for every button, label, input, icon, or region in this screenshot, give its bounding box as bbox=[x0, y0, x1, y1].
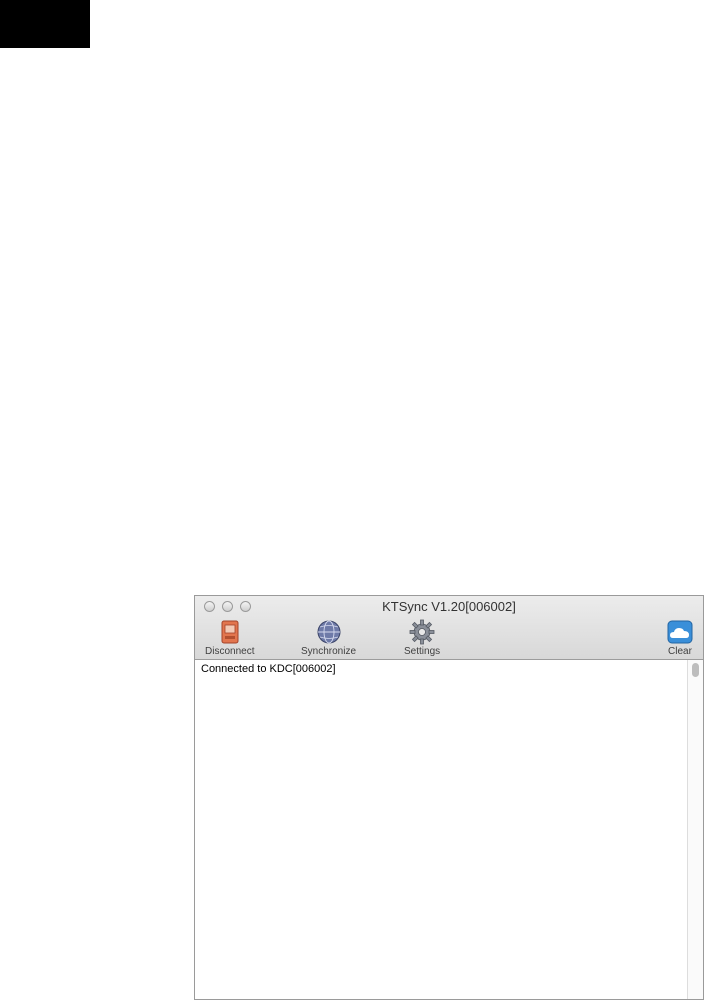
settings-button[interactable]: Settings bbox=[404, 619, 440, 657]
log-line: Connected to KDC[006002] bbox=[201, 663, 336, 675]
window-title: KTSync V1.20[006002] bbox=[382, 599, 516, 614]
globe-icon bbox=[317, 620, 341, 644]
clear-button[interactable]: Clear bbox=[667, 619, 693, 657]
cloud-icon bbox=[667, 620, 693, 644]
disconnect-label: Disconnect bbox=[205, 646, 255, 657]
clear-label: Clear bbox=[668, 646, 692, 657]
corner-block bbox=[0, 0, 90, 48]
disconnect-button[interactable]: Disconnect bbox=[205, 619, 254, 657]
disconnect-icon bbox=[221, 620, 239, 644]
vertical-scrollbar[interactable] bbox=[687, 660, 703, 999]
window-titlebar: KTSync V1.20[006002] Disconnect Synchron… bbox=[195, 596, 703, 660]
ktsync-window: KTSync V1.20[006002] Disconnect Synchron… bbox=[194, 595, 704, 1000]
synchronize-button[interactable]: Synchronize bbox=[301, 619, 356, 657]
scrollbar-thumb[interactable] bbox=[692, 663, 699, 677]
settings-label: Settings bbox=[404, 646, 441, 657]
synchronize-label: Synchronize bbox=[301, 646, 357, 657]
gear-icon bbox=[409, 619, 435, 645]
log-output[interactable]: Connected to KDC[006002] bbox=[195, 660, 687, 999]
